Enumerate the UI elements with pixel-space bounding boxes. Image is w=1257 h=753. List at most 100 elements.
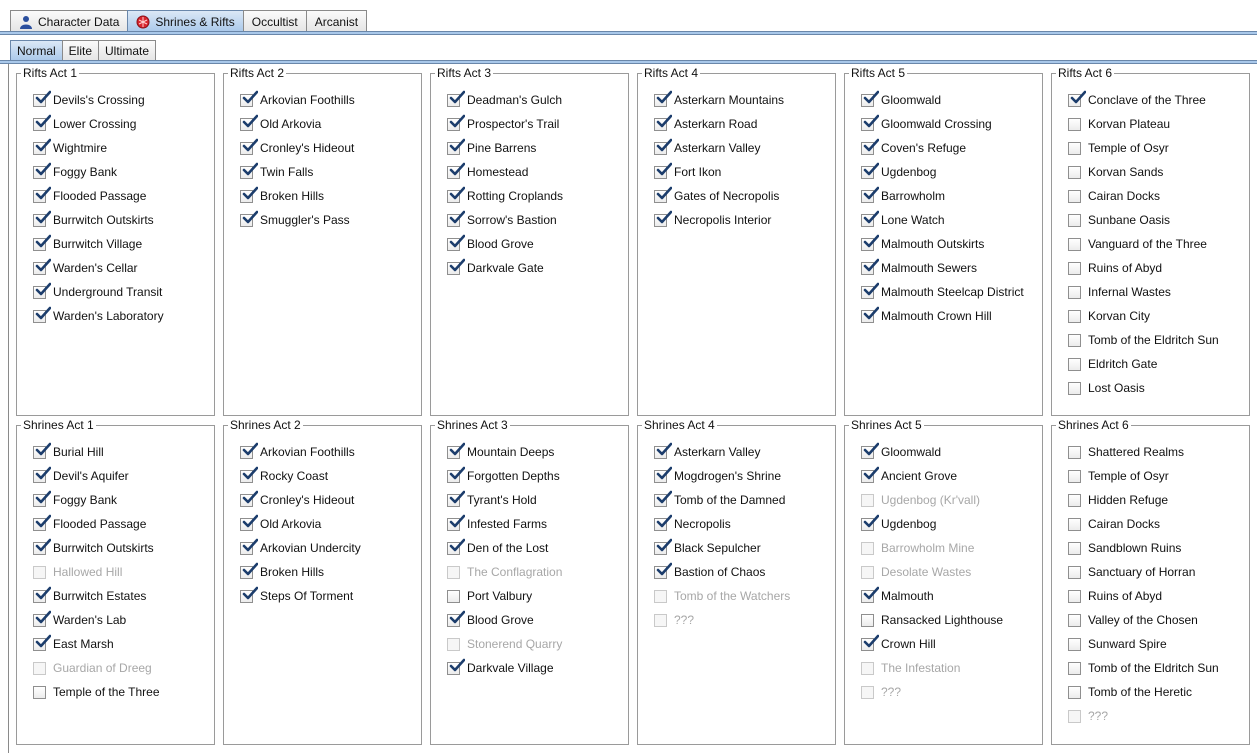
checkbox-item[interactable]: East Marsh (33, 634, 114, 653)
checkbox[interactable] (1068, 517, 1081, 531)
checkbox-item[interactable]: Smuggler's Pass (240, 210, 350, 229)
checkbox[interactable] (33, 685, 46, 699)
checkbox-item[interactable]: Temple of Osyr (1068, 467, 1169, 485)
tab-character-data[interactable]: Character Data (10, 10, 129, 32)
checkbox[interactable] (33, 114, 51, 131)
checkbox[interactable] (447, 258, 465, 275)
checkbox[interactable] (1068, 237, 1081, 251)
checkbox[interactable] (1068, 213, 1081, 227)
checkbox-item[interactable]: Old Arkovia (240, 514, 321, 533)
checkbox[interactable] (654, 442, 672, 459)
checkbox-item[interactable]: Korvan City (1068, 307, 1150, 325)
checkbox-item[interactable]: Valley of the Chosen (1068, 611, 1198, 629)
checkbox-item[interactable]: Temple of the Three (33, 683, 160, 701)
checkbox[interactable] (1068, 117, 1081, 131)
checkbox[interactable] (447, 538, 465, 555)
tab-occultist[interactable]: Occultist (242, 10, 307, 32)
checkbox-item[interactable]: Rocky Coast (240, 466, 328, 485)
checkbox[interactable] (33, 90, 51, 107)
checkbox-item[interactable]: Arkovian Foothills (240, 90, 355, 109)
checkbox[interactable] (654, 138, 672, 155)
checkbox[interactable] (1068, 541, 1081, 555)
checkbox[interactable] (447, 90, 465, 107)
checkbox-item[interactable]: Mountain Deeps (447, 442, 554, 461)
checkbox-item[interactable]: Burrwitch Estates (33, 586, 146, 605)
checkbox[interactable] (447, 234, 465, 251)
checkbox-item[interactable]: Wightmire (33, 138, 107, 157)
checkbox-item[interactable]: Malmouth Steelcap District (861, 282, 1024, 301)
checkbox-item[interactable]: Old Arkovia (240, 114, 321, 133)
checkbox[interactable] (33, 442, 51, 459)
checkbox[interactable] (447, 114, 465, 131)
checkbox[interactable] (33, 186, 51, 203)
checkbox[interactable] (1068, 165, 1081, 179)
checkbox-item[interactable]: Tomb of the Heretic (1068, 683, 1192, 701)
checkbox[interactable] (654, 186, 672, 203)
checkbox[interactable] (240, 186, 258, 203)
checkbox[interactable] (861, 162, 879, 179)
checkbox-item[interactable]: Ugdenbog (861, 514, 936, 533)
checkbox[interactable] (33, 490, 51, 507)
checkbox[interactable] (861, 613, 874, 627)
checkbox[interactable] (1068, 685, 1081, 699)
checkbox[interactable] (1068, 333, 1081, 347)
tab-arcanist[interactable]: Arcanist (305, 10, 368, 32)
checkbox-item[interactable]: Deadman's Gulch (447, 90, 562, 109)
checkbox[interactable] (1068, 445, 1081, 459)
checkbox-item[interactable]: Asterkarn Valley (654, 138, 760, 157)
checkbox[interactable] (1068, 309, 1081, 323)
checkbox[interactable] (861, 282, 879, 299)
checkbox-item[interactable]: Malmouth Outskirts (861, 234, 984, 253)
checkbox-item[interactable]: Sorrow's Bastion (447, 210, 557, 229)
checkbox[interactable] (447, 610, 465, 627)
checkbox[interactable] (861, 210, 879, 227)
tab-shrines-rifts[interactable]: Shrines & Rifts (127, 10, 244, 32)
checkbox[interactable] (240, 490, 258, 507)
checkbox[interactable] (447, 162, 465, 179)
checkbox-item[interactable]: Tomb of the Damned (654, 490, 785, 509)
checkbox-item[interactable]: Warden's Lab (33, 610, 126, 629)
checkbox[interactable] (861, 514, 879, 531)
checkbox-item[interactable]: Cronley's Hideout (240, 138, 354, 157)
checkbox-item[interactable]: Flooded Passage (33, 186, 146, 205)
checkbox[interactable] (33, 634, 51, 651)
checkbox-item[interactable]: Fort Ikon (654, 162, 721, 181)
checkbox[interactable] (33, 466, 51, 483)
checkbox-item[interactable]: Burrwitch Outskirts (33, 538, 154, 557)
checkbox[interactable] (1068, 565, 1081, 579)
checkbox[interactable] (861, 442, 879, 459)
checkbox-item[interactable]: Coven's Refuge (861, 138, 966, 157)
checkbox[interactable] (1068, 90, 1086, 107)
checkbox-item[interactable]: Burial Hill (33, 442, 104, 461)
checkbox[interactable] (240, 210, 258, 227)
checkbox[interactable] (654, 514, 672, 531)
checkbox-item[interactable]: Shattered Realms (1068, 443, 1184, 461)
checkbox[interactable] (1068, 661, 1081, 675)
checkbox[interactable] (654, 490, 672, 507)
checkbox[interactable] (33, 162, 51, 179)
checkbox-item[interactable]: Asterkarn Road (654, 114, 757, 133)
checkbox-item[interactable]: Gates of Necropolis (654, 186, 779, 205)
checkbox[interactable] (861, 186, 879, 203)
checkbox[interactable] (861, 306, 879, 323)
checkbox[interactable] (447, 658, 465, 675)
checkbox-item[interactable]: Flooded Passage (33, 514, 146, 533)
checkbox-item[interactable]: Ancient Grove (861, 466, 957, 485)
checkbox[interactable] (447, 186, 465, 203)
checkbox-item[interactable]: Vanguard of the Three (1068, 235, 1207, 253)
checkbox-item[interactable]: Infernal Wastes (1068, 283, 1171, 301)
checkbox-item[interactable]: Sandblown Ruins (1068, 539, 1181, 557)
checkbox-item[interactable]: Sanctuary of Horran (1068, 563, 1195, 581)
checkbox-item[interactable]: Malmouth Crown Hill (861, 306, 992, 325)
checkbox[interactable] (654, 210, 672, 227)
checkbox[interactable] (447, 589, 460, 603)
checkbox[interactable] (861, 466, 879, 483)
checkbox-item[interactable]: Black Sepulcher (654, 538, 761, 557)
checkbox[interactable] (240, 466, 258, 483)
checkbox[interactable] (33, 210, 51, 227)
checkbox[interactable] (861, 114, 879, 131)
checkbox[interactable] (33, 586, 51, 603)
checkbox-item[interactable]: Asterkarn Mountains (654, 90, 784, 109)
checkbox-item[interactable]: Barrowholm (861, 186, 945, 205)
checkbox[interactable] (240, 586, 258, 603)
